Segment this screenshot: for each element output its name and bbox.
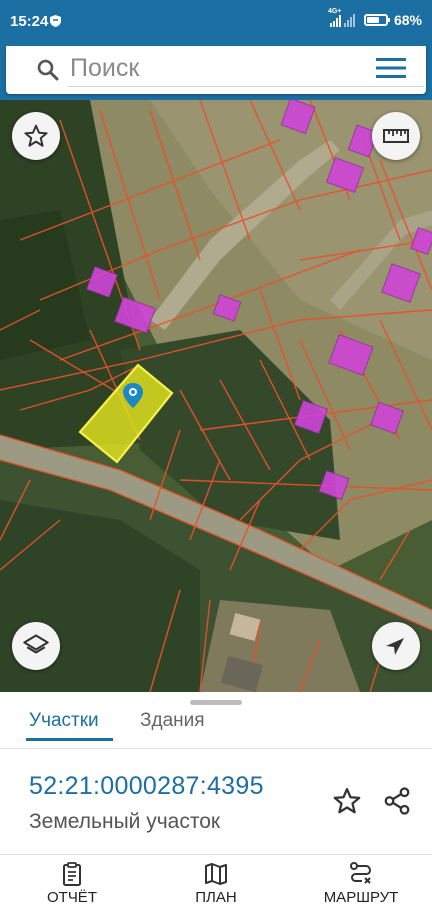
tab-buildings[interactable]: Здания	[140, 710, 205, 732]
search-icon[interactable]	[36, 58, 60, 82]
battery-icon	[363, 14, 390, 26]
tab-parcels[interactable]: Участки	[29, 710, 99, 732]
map-view[interactable]	[0, 100, 432, 692]
satellite-map[interactable]	[0, 100, 432, 692]
app-root: 15:24 4G+ 68% Поиск Участки Здания 52:21…	[0, 0, 432, 910]
battery-level	[366, 17, 379, 23]
status-time: 15:24	[10, 13, 49, 30]
nav-report[interactable]: ОТЧЁТ	[12, 855, 132, 910]
search-input[interactable]	[70, 52, 360, 84]
ruler-button[interactable]	[372, 112, 420, 160]
map-favorite-button[interactable]	[12, 112, 60, 160]
star-outline-icon	[24, 124, 48, 147]
star-outline-icon[interactable]	[332, 786, 362, 816]
layers-icon	[23, 634, 49, 654]
nav-report-label: ОТЧЁТ	[46, 889, 97, 906]
drag-handle[interactable]	[190, 700, 242, 705]
signal-icon: 4G+	[328, 8, 358, 28]
tab-divider	[0, 748, 432, 749]
nav-route-label: МАРШРУТ	[323, 889, 399, 906]
hamburger-menu-icon[interactable]	[376, 56, 406, 80]
parcel-cadastral-number[interactable]: 52:21:0000287:4395	[29, 772, 264, 801]
my-location-button[interactable]	[372, 622, 420, 670]
ruler-icon	[383, 129, 409, 143]
map-plan-icon	[205, 863, 227, 885]
nav-plan[interactable]: ПЛАН	[156, 855, 276, 910]
nav-plan-label: ПЛАН	[195, 889, 237, 906]
search-underline	[68, 86, 424, 87]
route-icon	[350, 862, 372, 884]
nav-route[interactable]: МАРШРУТ	[301, 855, 421, 910]
status-indicators: 4G+ 68%	[328, 8, 422, 28]
active-tab-indicator	[26, 738, 113, 741]
navigation-arrow-icon	[386, 638, 404, 655]
bottom-sheet: Участки Здания 52:21:0000287:4395 Земель…	[0, 692, 432, 854]
report-clipboard-icon	[63, 862, 81, 886]
search-box	[6, 42, 426, 94]
status-bar: 15:24 4G+ 68%	[0, 0, 432, 46]
shield-icon	[50, 15, 61, 27]
layers-button[interactable]	[12, 622, 60, 670]
bottom-navigation: ОТЧЁТ ПЛАН МАРШРУТ	[0, 854, 432, 910]
battery-percent: 68%	[393, 12, 422, 28]
share-icon[interactable]	[382, 786, 412, 816]
parcel-type: Земельный участок	[29, 810, 221, 833]
